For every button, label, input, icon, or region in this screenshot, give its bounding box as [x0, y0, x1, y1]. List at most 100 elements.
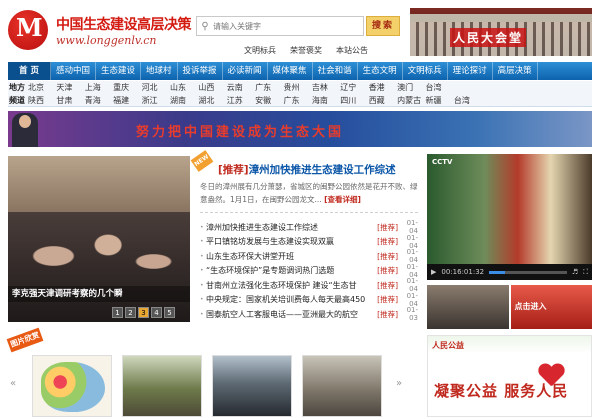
- region-link[interactable]: 广东: [255, 82, 283, 93]
- news-title[interactable]: 中央规定：国家机关培训费每人每天最高450: [206, 294, 375, 305]
- header-banner[interactable]: 人民大会堂: [410, 8, 592, 56]
- news-title[interactable]: 漳州加快推进生态建设工作综述: [206, 222, 375, 233]
- news-item[interactable]: • 山东生态环保大讲堂开班 [推荐] 01-04: [200, 248, 418, 264]
- news-category: [推荐]: [377, 309, 398, 319]
- nav-item-harmony[interactable]: 社会和谐: [313, 62, 358, 80]
- video-thumbnail[interactable]: [427, 285, 509, 329]
- news-item[interactable]: • 漳州加快推进生态建设工作综述 [推荐] 01-04: [200, 219, 418, 235]
- slogan-banner[interactable]: 努力把中国建设成为生态大国: [8, 111, 592, 147]
- site-title[interactable]: 中国生态建设高层决策: [56, 14, 192, 34]
- nav-item-moving-china[interactable]: 感动中国: [51, 62, 96, 80]
- region-link[interactable]: 山西: [198, 82, 226, 93]
- news-title[interactable]: 甘南州立法强化生态环境保护 建设“生态甘: [206, 280, 375, 291]
- region-link[interactable]: 北京: [28, 82, 56, 93]
- slideshow-page-button-active[interactable]: 3: [138, 307, 149, 318]
- region-link[interactable]: 青海: [85, 95, 113, 106]
- nav-item-eco-building[interactable]: 生态建设: [96, 62, 141, 80]
- slideshow-page-button[interactable]: 2: [125, 307, 136, 318]
- quick-link-honors[interactable]: 荣誉褒奖: [290, 45, 322, 56]
- nav-item-decisions[interactable]: 高层决策: [493, 62, 538, 80]
- region-link[interactable]: 甘肃: [56, 95, 84, 106]
- news-item[interactable]: • 甘南州立法强化生态环境保护 建设“生态甘 [推荐] 01-04: [200, 277, 418, 293]
- nav-item-model-citizens[interactable]: 文明标兵: [403, 62, 448, 80]
- news-title[interactable]: “生态环境保护”是专题调词热门选题: [206, 265, 375, 276]
- region-link[interactable]: 重庆: [113, 82, 141, 93]
- volume-icon[interactable]: ♬: [572, 268, 578, 276]
- region-link[interactable]: 广东: [284, 95, 312, 106]
- slogan-text: 努力把中国建设成为生态大国: [136, 125, 345, 140]
- picture-thumbnail[interactable]: [302, 355, 382, 417]
- video-seek-bar[interactable]: [489, 270, 567, 274]
- region-link[interactable]: 澳门: [397, 82, 425, 93]
- region-link[interactable]: 辽宁: [340, 82, 368, 93]
- nav-item-must-read[interactable]: 必读新闻: [223, 62, 268, 80]
- headline-title[interactable]: [推荐]漳州加快推进生态建设工作综述: [218, 162, 396, 177]
- region-link[interactable]: 西藏: [369, 95, 397, 106]
- region-link[interactable]: 湖北: [198, 95, 226, 106]
- region-link[interactable]: 台湾: [425, 82, 453, 93]
- picture-thumbnail[interactable]: [32, 355, 112, 417]
- region-link[interactable]: 四川: [340, 95, 368, 106]
- headline-prefix: [推荐]: [218, 164, 249, 176]
- region-link[interactable]: 浙江: [142, 95, 170, 106]
- quick-link-notice[interactable]: 本站公告: [336, 45, 368, 56]
- quick-link-biaobing[interactable]: 文明标兵: [244, 45, 276, 56]
- public-welfare-ad[interactable]: 人民公益 凝聚公益 服务人民: [427, 335, 592, 417]
- news-category: [推荐]: [377, 266, 398, 276]
- nav-item-eco-civilization[interactable]: 生态文明: [358, 62, 403, 80]
- news-item[interactable]: • “生态环境保护”是专题调词热门选题 [推荐] 01-04: [200, 263, 418, 279]
- picture-thumbnail[interactable]: [122, 355, 202, 417]
- region-link[interactable]: 陕西: [28, 95, 56, 106]
- nav-item-media-focus[interactable]: 媒体聚焦: [268, 62, 313, 80]
- region-link[interactable]: 吉林: [312, 82, 340, 93]
- slideshow-page-button[interactable]: 1: [112, 307, 123, 318]
- play-icon[interactable]: ▶: [431, 268, 436, 276]
- region-link[interactable]: 湖南: [170, 95, 198, 106]
- slideshow-caption[interactable]: 李克强天津调研考察的几个瞬: [8, 286, 190, 302]
- news-title[interactable]: 山东生态环保大讲堂开班: [206, 251, 375, 262]
- region-link[interactable]: 福建: [113, 95, 141, 106]
- video-controls: ▶ 00:16:01:32 ♬ ⛶: [427, 264, 592, 280]
- search-button[interactable]: 搜索: [366, 16, 400, 36]
- nav-item-complaints[interactable]: 投诉举报: [178, 62, 223, 80]
- news-title[interactable]: 平口镇铭坊发展与生态建设实现双赢: [206, 236, 375, 247]
- region-link[interactable]: 海南: [312, 95, 340, 106]
- region-link[interactable]: 贵州: [284, 82, 312, 93]
- nav-item-home[interactable]: 首 页: [8, 62, 51, 80]
- video-thumbnails: 点击进入: [427, 285, 592, 329]
- region-link[interactable]: 云南: [227, 82, 255, 93]
- nav-item-global-village[interactable]: 地球村: [141, 62, 178, 80]
- news-item[interactable]: • 平口镇铭坊发展与生态建设实现双赢 [推荐] 01-04: [200, 234, 418, 250]
- video-time: 00:16:01:32: [441, 268, 485, 276]
- news-item[interactable]: • 中央规定：国家机关培训费每人每天最高450 [推荐] 01-04: [200, 292, 418, 308]
- region-link[interactable]: 香港: [369, 82, 397, 93]
- region-link[interactable]: 安徽: [255, 95, 283, 106]
- slideshow-page-button[interactable]: 5: [164, 307, 175, 318]
- region-row-channel: 频道 陕西 甘肃 青海 福建 浙江 湖南 湖北 江苏 安徽 广东 海南 四川 西…: [8, 94, 592, 107]
- ad-slogan: 凝聚公益 服务人民: [434, 382, 569, 400]
- search-input[interactable]: [213, 21, 358, 31]
- nav-item-theory[interactable]: 理论探讨: [448, 62, 493, 80]
- region-link[interactable]: 天津: [56, 82, 84, 93]
- video-player[interactable]: CCTV ▶ 00:16:01:32 ♬ ⛶: [427, 154, 592, 280]
- headline-lead: 冬日的漳州展有几分萧瑟，省城区的闽野公园依然是花开不败、绿意盎然。1月1日，在闽…: [200, 180, 418, 206]
- chevron-left-icon[interactable]: «: [10, 378, 16, 389]
- read-more-link[interactable]: [查看详细]: [324, 195, 361, 204]
- region-link[interactable]: 内蒙古: [397, 95, 425, 106]
- picture-thumbnail[interactable]: [212, 355, 292, 417]
- site-logo-icon[interactable]: M: [8, 10, 48, 50]
- region-link[interactable]: 台湾: [454, 95, 482, 106]
- region-link[interactable]: 上海: [85, 82, 113, 93]
- region-link[interactable]: 江苏: [227, 95, 255, 106]
- photo-slideshow[interactable]: 李克强天津调研考察的几个瞬 1 2 3 4 5: [8, 156, 190, 322]
- video-frame[interactable]: [427, 154, 592, 264]
- news-title[interactable]: 国泰航空人工客服电话——亚洲最大的航空: [206, 309, 375, 320]
- chevron-right-icon[interactable]: »: [396, 378, 402, 389]
- slideshow-page-button[interactable]: 4: [151, 307, 162, 318]
- region-link[interactable]: 新疆: [425, 95, 453, 106]
- fullscreen-icon[interactable]: ⛶: [583, 268, 588, 277]
- region-link[interactable]: 河北: [142, 82, 170, 93]
- news-item[interactable]: • 国泰航空人工客服电话——亚洲最大的航空 [推荐] 01-03: [200, 306, 418, 322]
- video-thumbnail[interactable]: 点击进入: [510, 285, 592, 329]
- region-link[interactable]: 山东: [170, 82, 198, 93]
